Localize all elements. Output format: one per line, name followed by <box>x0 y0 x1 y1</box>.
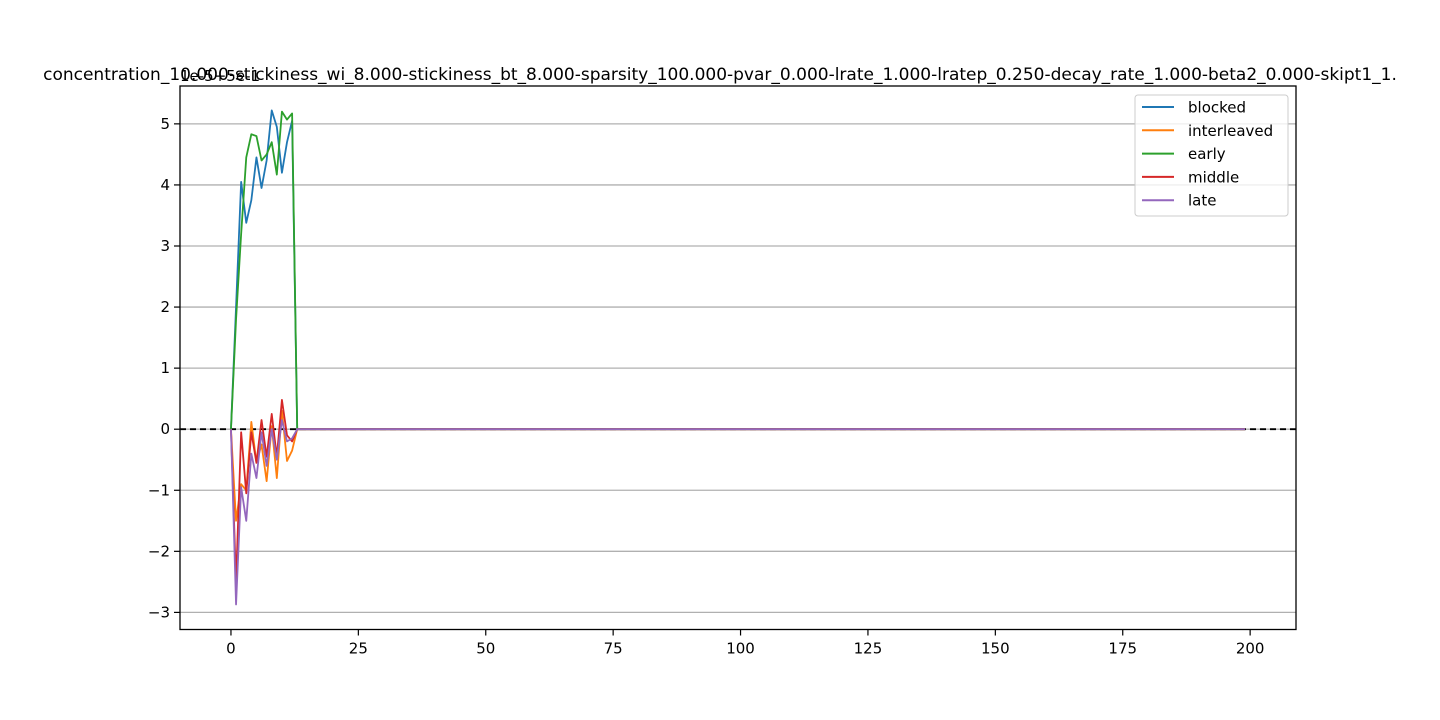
grid-lines <box>180 123 1296 614</box>
x-tick-label: 100 <box>726 640 755 658</box>
x-tick-label: 125 <box>854 640 883 658</box>
y-tick-label: −1 <box>148 481 170 499</box>
x-tick-label: 175 <box>1108 640 1137 658</box>
y-tick-label: 1 <box>160 359 170 377</box>
x-tick-label: 50 <box>476 640 495 658</box>
series-line-late <box>230 419 1246 606</box>
legend-label-blocked: blocked <box>1188 99 1246 117</box>
x-tick-label: 25 <box>349 640 368 658</box>
line-chart: concentration_10.000-stickiness_wi_8.000… <box>43 65 1397 658</box>
legend-label-interleaved: interleaved <box>1188 122 1273 140</box>
y-tick-label: −2 <box>148 542 170 560</box>
y-axis-offset-label: 1e-5+5e-1 <box>180 67 260 85</box>
series-line-blocked <box>230 109 1246 431</box>
series-line-interleaved <box>230 409 1246 522</box>
y-axis-ticks: −3 −2 −1 0 1 2 3 4 5 <box>148 115 180 621</box>
x-tick-label: 150 <box>981 640 1010 658</box>
x-tick-label: 75 <box>604 640 623 658</box>
legend-label-late: late <box>1188 192 1216 210</box>
legend-label-early: early <box>1188 145 1226 163</box>
x-axis-ticks: 0 25 50 75 100 125 150 175 200 <box>226 629 1265 658</box>
x-tick-label: 200 <box>1236 640 1265 658</box>
series-line-early <box>230 110 1246 431</box>
y-tick-label: 4 <box>160 176 170 194</box>
y-tick-label: 5 <box>160 115 170 133</box>
y-tick-label: 0 <box>160 420 170 438</box>
x-tick-label: 0 <box>226 640 236 658</box>
plot-frame <box>179 85 1297 631</box>
legend-label-middle: middle <box>1188 168 1239 186</box>
y-tick-label: 3 <box>160 237 170 255</box>
y-tick-label: −3 <box>148 603 170 621</box>
y-tick-label: 2 <box>160 298 170 316</box>
legend: blocked interleaved early middle late <box>1134 94 1289 217</box>
